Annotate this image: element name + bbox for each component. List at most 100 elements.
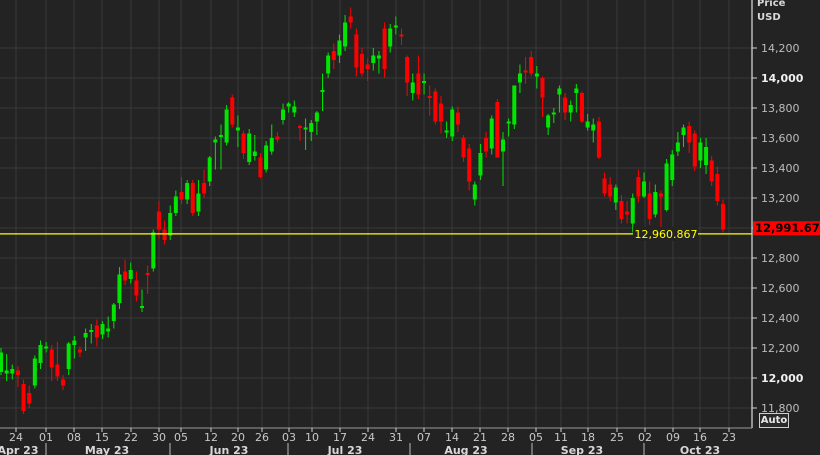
candle-body <box>472 184 477 200</box>
y-tick-label: 12,000 <box>761 372 804 385</box>
candle-body <box>687 126 692 143</box>
x-tick-label: 28 <box>501 431 515 444</box>
month-label: Sep 23 <box>561 444 603 455</box>
candle-body <box>698 142 703 161</box>
candle-body <box>574 88 579 93</box>
x-tick-label: 25 <box>610 431 624 444</box>
x-tick-label: 18 <box>581 431 595 444</box>
x-tick-label: 24 <box>361 431 375 444</box>
month-label: May 23 <box>85 444 129 455</box>
candle-body <box>382 28 387 69</box>
y-tick-label: 13,600 <box>761 132 800 145</box>
candle-body <box>0 352 3 372</box>
candle-body <box>585 121 590 128</box>
candle-body <box>235 127 240 131</box>
x-tick-label: 22 <box>124 431 138 444</box>
candle <box>207 156 212 186</box>
candle-body <box>27 393 32 404</box>
candle-body <box>297 126 302 128</box>
candle-body <box>337 40 342 56</box>
candle-body <box>106 328 111 332</box>
month-label: Jul 23 <box>327 444 363 455</box>
candle-body <box>123 271 128 281</box>
candle-body <box>675 142 680 152</box>
candle <box>264 141 269 173</box>
month-label: Jun 23 <box>209 444 249 455</box>
candle-body <box>331 51 336 60</box>
candle-body <box>83 333 88 338</box>
candle-body <box>393 25 398 28</box>
x-tick-label: 20 <box>231 431 245 444</box>
y-tick-label: 12,400 <box>761 312 800 325</box>
candle-body <box>343 22 348 47</box>
y-tick-label: 12,600 <box>761 282 800 295</box>
x-tick-label: 08 <box>67 431 81 444</box>
candle <box>692 130 697 171</box>
candle-body <box>230 97 235 125</box>
candle-body <box>72 340 77 345</box>
candle-body <box>140 306 145 308</box>
y-axis-label: Price <box>757 0 786 9</box>
candle-body <box>117 274 122 303</box>
candle-body <box>111 304 116 321</box>
candle <box>21 379 26 414</box>
candle-body <box>281 109 286 120</box>
candle-body <box>636 177 641 197</box>
candle-body <box>77 349 82 353</box>
candle-body <box>721 204 725 230</box>
candle <box>596 117 601 159</box>
candle-body <box>613 187 618 203</box>
month-label: Oct 23 <box>680 444 720 455</box>
candle-body <box>630 198 635 224</box>
x-tick-label: 26 <box>255 431 269 444</box>
y-tick-label: 13,200 <box>761 192 800 205</box>
candle-body <box>416 73 421 95</box>
y-tick-label: 12,800 <box>761 252 800 265</box>
candle-body <box>275 136 280 140</box>
candle-body <box>455 112 460 125</box>
candle-body <box>10 369 15 374</box>
candle-body <box>326 55 331 74</box>
candle-body <box>681 127 686 135</box>
candle-body <box>422 81 427 83</box>
candle-body <box>15 370 20 375</box>
x-tick-label: 01 <box>39 431 53 444</box>
candle-body <box>495 102 500 158</box>
candle <box>32 355 37 389</box>
candle <box>721 199 725 233</box>
last-price-label: 12,991.672 <box>755 221 820 235</box>
candle-body <box>433 91 438 122</box>
candle-body <box>38 345 43 363</box>
candle-body <box>670 154 675 180</box>
candle-body <box>461 138 466 158</box>
candle-body <box>399 34 404 37</box>
candle-body <box>596 121 601 158</box>
candle-body <box>647 193 652 219</box>
candle-body <box>658 193 663 197</box>
candle-body <box>258 157 263 177</box>
candle-body <box>196 193 201 212</box>
candle <box>151 229 156 272</box>
candle-body <box>224 109 229 143</box>
x-tick-label: 24 <box>9 431 23 444</box>
candle-body <box>410 82 415 93</box>
x-tick-label: 07 <box>417 431 431 444</box>
month-label: Apr 23 <box>0 444 38 455</box>
candle-body <box>218 135 223 137</box>
candle-body <box>309 123 314 132</box>
x-tick-label: 12 <box>204 431 218 444</box>
auto-scale-button[interactable]: Auto <box>759 413 789 428</box>
candle-body <box>360 54 364 74</box>
candle-body <box>134 280 139 296</box>
x-tick-label: 03 <box>282 431 296 444</box>
candle-body <box>664 163 669 210</box>
candle <box>450 106 455 141</box>
candle <box>512 85 517 129</box>
candle <box>230 94 235 128</box>
candle-body <box>303 127 308 130</box>
candle-body <box>55 364 60 377</box>
y-tick-label: 12,200 <box>761 342 800 355</box>
candle-body <box>252 151 257 156</box>
candle-body <box>156 211 161 230</box>
candle-body <box>642 181 647 197</box>
